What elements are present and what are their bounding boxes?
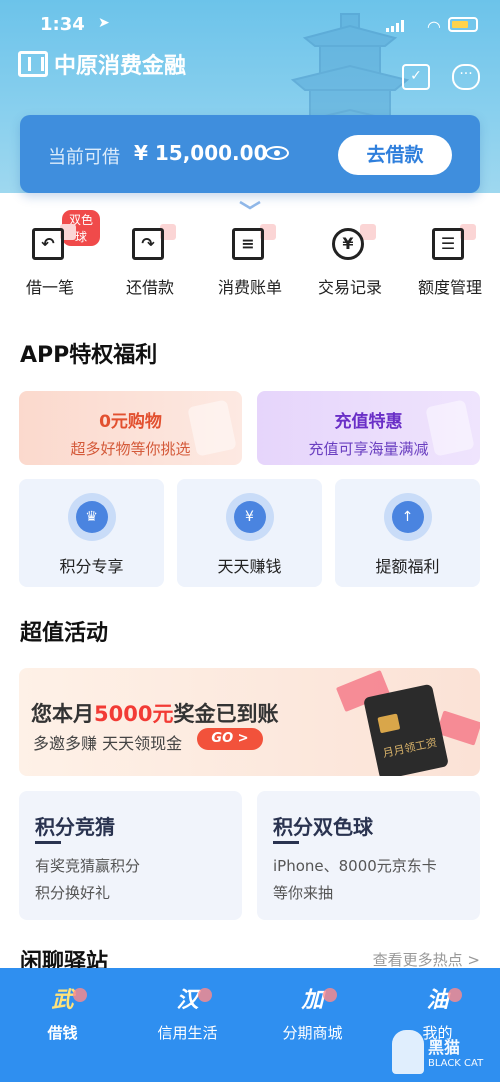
promo-recharge[interactable]: 充值特惠 充值可享海量满减	[257, 391, 480, 465]
perk-earn[interactable]: ¥ 天天赚钱	[177, 479, 322, 587]
credit-card: 当前可借 ¥ 15,000.00 去借款	[20, 115, 480, 193]
yen-record-icon: ¥	[332, 224, 376, 264]
action-borrow[interactable]: 双色球 ↶ 借一笔	[0, 210, 100, 298]
credit-amount: ¥ 15,000.00	[134, 141, 268, 165]
cellular-signal-icon	[386, 20, 404, 32]
action-label: 还借款	[125, 278, 174, 297]
you-glyph-icon: 油	[418, 984, 462, 1018]
tab-borrow[interactable]: 武 借钱	[0, 968, 125, 1082]
go-button[interactable]: GO >	[197, 728, 263, 750]
crown-icon: ♛	[67, 493, 116, 541]
points-quiz-card[interactable]: 积分竞猜 有奖竞猜赢积分 积分换好礼	[19, 791, 242, 920]
status-bar: 1:34 ➤ ◠	[40, 14, 478, 38]
promo-zero-shopping[interactable]: 0元购物 超多好物等你挑选	[19, 391, 242, 465]
action-label: 借一笔	[25, 278, 74, 297]
game-desc: 积分换好礼	[35, 884, 111, 902]
yen-ticket-icon: ¥	[225, 493, 274, 541]
perk-limit[interactable]: ↑ 提额福利	[335, 479, 480, 587]
perk-label: 提额福利	[375, 557, 440, 576]
action-quota[interactable]: ☰ 额度管理	[400, 222, 500, 298]
borrow-button[interactable]: 去借款	[338, 135, 452, 175]
tab-credit-life[interactable]: 汉 信用生活	[125, 968, 250, 1082]
bonus-amount: 5000元	[94, 702, 174, 726]
credit-label: 当前可借	[48, 147, 120, 168]
perks-row: ♛ 积分专享 ¥ 天天赚钱 ↑ 提额福利	[19, 479, 480, 587]
bill-icon: ≡	[232, 224, 276, 264]
bonus-subline: 多邀多赚 天天领现金	[33, 734, 183, 753]
brand-logo: 中原消费金融	[18, 48, 186, 80]
action-label: 消费账单	[217, 278, 282, 297]
activities-title: 超值活动	[20, 621, 109, 646]
game-title: 积分竞猜	[35, 815, 115, 839]
calendar-check-icon[interactable]: ✓	[402, 64, 430, 90]
points-lottery-card[interactable]: 积分双色球 iPhone、8000元京东卡 等你来抽	[257, 791, 480, 920]
brand-name: 中原消费金融	[54, 54, 187, 79]
wu-glyph-icon: 武	[43, 984, 87, 1018]
action-records[interactable]: ¥ 交易记录	[300, 222, 400, 298]
money-bag-icon: ↑	[383, 493, 432, 541]
tab-label: 信用生活	[157, 1024, 218, 1042]
tab-installment-mall[interactable]: 加 分期商城	[250, 968, 375, 1082]
repay-icon: ↷	[132, 224, 176, 264]
chevron-down-icon[interactable]	[238, 200, 262, 210]
perk-label: 天天赚钱	[217, 557, 282, 576]
bonus-headline: 您本月5000元奖金已到账	[31, 702, 279, 726]
jia-glyph-icon: 加	[293, 984, 337, 1018]
cat-logo-icon	[392, 1030, 424, 1074]
quick-actions: 双色球 ↶ 借一笔 ↷ 还借款 ≡ 消费账单 ¥ 交易记录 ☰ 额度管理	[0, 210, 500, 298]
tab-label: 借钱	[47, 1024, 78, 1042]
game-desc: iPhone、8000元京东卡	[273, 857, 437, 875]
salary-card-illustration: 月月领工资	[363, 683, 449, 776]
bonus-banner[interactable]: 月月领工资 您本月5000元奖金已到账 多邀多赚 天天领现金 GO >	[19, 668, 480, 776]
quota-icon: ☰	[432, 224, 476, 264]
perk-label: 积分专享	[59, 557, 124, 576]
tab-label: 分期商城	[282, 1024, 343, 1042]
eye-icon[interactable]	[265, 146, 289, 160]
action-repay[interactable]: ↷ 还借款	[100, 222, 200, 298]
status-time: 1:34	[40, 14, 85, 35]
location-arrow-icon: ➤	[98, 15, 110, 31]
wifi-icon: ◠	[427, 17, 440, 36]
battery-icon	[448, 17, 478, 32]
action-label: 交易记录	[317, 278, 382, 297]
privileges-title: APP特权福利	[20, 343, 158, 368]
game-title: 积分双色球	[273, 815, 373, 839]
game-desc: 有奖竞猜赢积分	[35, 857, 141, 875]
more-hot-topics-link[interactable]: 查看更多热点 >	[373, 949, 480, 970]
black-cat-watermark: 黑猫 BLACK CAT	[392, 1030, 492, 1078]
game-desc: 等你来抽	[273, 884, 334, 902]
han-glyph-icon: 汉	[168, 984, 212, 1018]
borrow-icon: ↶	[32, 224, 76, 264]
message-icon[interactable]: ···	[452, 64, 480, 90]
brand-mark-icon	[18, 51, 48, 77]
perk-points[interactable]: ♛ 积分专享	[19, 479, 164, 587]
action-label: 额度管理	[417, 278, 482, 297]
action-bill[interactable]: ≡ 消费账单	[200, 222, 300, 298]
